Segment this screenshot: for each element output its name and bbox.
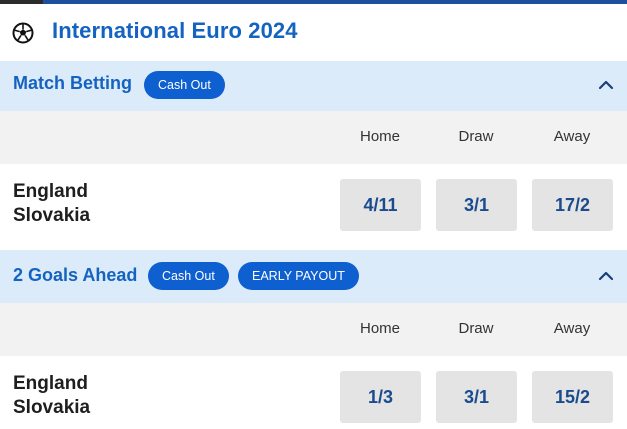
home-team: England — [13, 181, 88, 202]
early-payout-badge: EARLY PAYOUT — [238, 262, 359, 290]
match-teams[interactable]: England Slovakia — [13, 372, 90, 420]
home-team: England — [13, 373, 88, 394]
match-teams[interactable]: England Slovakia — [13, 180, 90, 228]
column-away: Away — [553, 128, 591, 145]
match-row: England Slovakia 4/11 3/1 17/2 — [0, 164, 627, 246]
chevron-up-icon[interactable] — [597, 76, 615, 94]
column-draw: Draw — [458, 128, 494, 145]
odds-button-away[interactable]: 15/2 — [532, 371, 613, 423]
column-draw: Draw — [458, 320, 494, 337]
odds-column-headers: Home Draw Away — [0, 303, 627, 356]
odds-button-draw[interactable]: 3/1 — [436, 179, 517, 231]
odds-button-draw[interactable]: 3/1 — [436, 371, 517, 423]
odds-column-headers: Home Draw Away — [0, 111, 627, 164]
soccer-ball-icon — [12, 22, 34, 44]
market-header-2-goals-ahead[interactable]: 2 Goals Ahead Cash Out EARLY PAYOUT — [0, 250, 627, 303]
odds-button-home[interactable]: 1/3 — [340, 371, 421, 423]
column-away: Away — [553, 320, 591, 337]
column-home: Home — [359, 320, 400, 337]
away-team: Slovakia — [13, 205, 91, 226]
away-team: Slovakia — [13, 397, 91, 418]
match-row: England Slovakia 1/3 3/1 15/2 — [0, 356, 627, 429]
competition-title: International Euro 2024 — [52, 18, 298, 43]
competition-header: International Euro 2024 — [0, 4, 627, 61]
cash-out-badge: Cash Out — [148, 262, 229, 290]
market-header-match-betting[interactable]: Match Betting Cash Out — [0, 61, 627, 111]
chevron-up-icon[interactable] — [597, 267, 615, 285]
market-title: 2 Goals Ahead — [13, 265, 138, 285]
market-title: Match Betting — [13, 73, 132, 93]
odds-button-home[interactable]: 4/11 — [340, 179, 421, 231]
cash-out-badge: Cash Out — [144, 71, 225, 99]
column-home: Home — [359, 128, 400, 145]
odds-button-away[interactable]: 17/2 — [532, 179, 613, 231]
